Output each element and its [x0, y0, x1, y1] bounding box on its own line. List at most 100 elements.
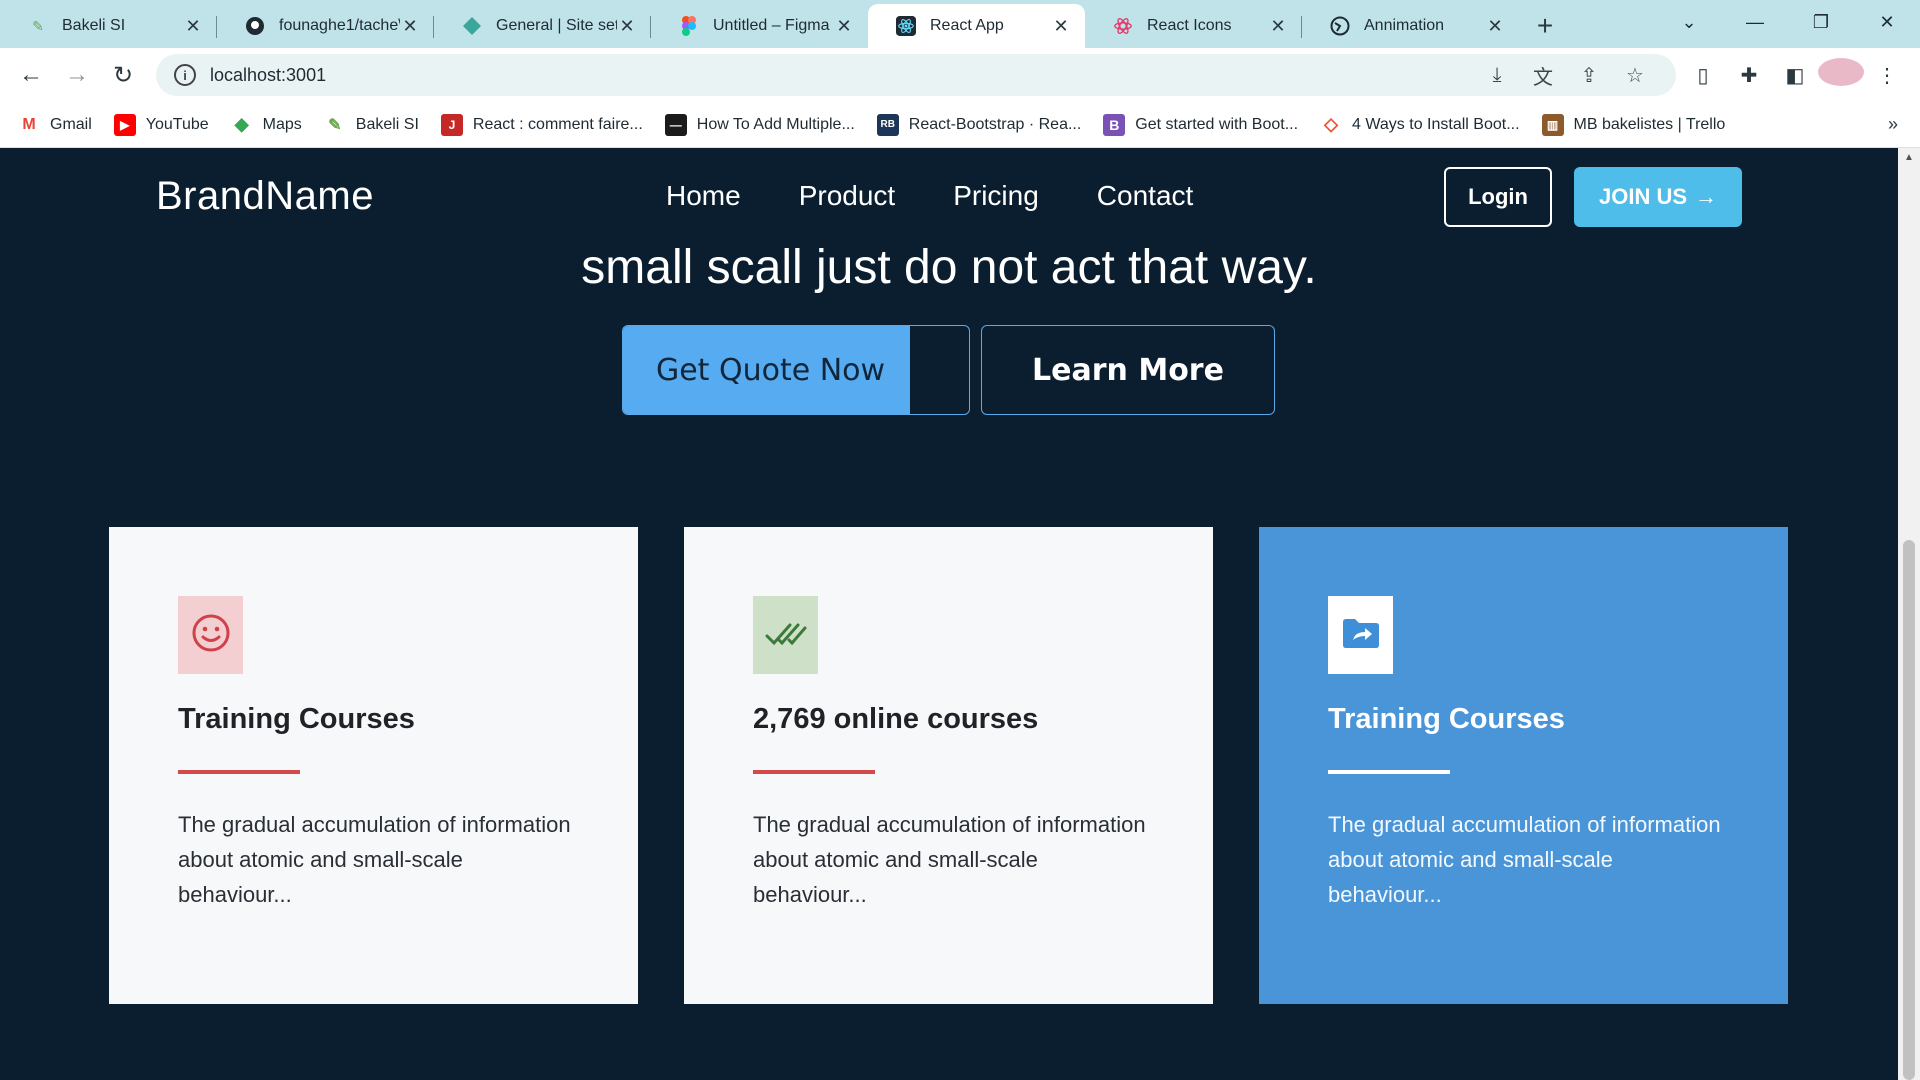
- install-app-icon[interactable]: ⤓: [1474, 64, 1520, 87]
- login-button[interactable]: Login: [1444, 167, 1552, 227]
- back-icon[interactable]: ←: [8, 52, 54, 98]
- bookmark-label: React-Bootstrap · Rea...: [908, 115, 1082, 133]
- translate-icon[interactable]: 文: [1520, 61, 1566, 90]
- bookmark-react-comment[interactable]: J React : comment faire...: [440, 113, 643, 136]
- tab-figma[interactable]: Untitled – Figma ✕: [651, 4, 868, 48]
- window-controls: ⌄ — ❐ ✕: [1656, 0, 1920, 44]
- page-scrollbar[interactable]: ▲: [1898, 148, 1920, 1080]
- figma-icon: [679, 16, 699, 36]
- bookmark-bootstrap[interactable]: B Get started with Boot...: [1103, 113, 1299, 136]
- nav-link-home[interactable]: Home: [666, 180, 741, 212]
- browser-toolbar: ← → ↻ i localhost:3001 ⤓ 文 ⇪ ☆ ▯ ✚ ◧ ⋮: [0, 48, 1920, 102]
- extensions-puzzle-icon[interactable]: ✚: [1726, 63, 1772, 88]
- bookmarks-bar: M Gmail ▶ YouTube ◆ Maps ✎ Bakeli SI J R…: [0, 102, 1920, 148]
- tab-react-icons[interactable]: React Icons ✕: [1085, 4, 1302, 48]
- hero-text: small scall just do not act that way.: [581, 241, 1317, 294]
- reload-icon[interactable]: ↻: [100, 52, 146, 98]
- trello-icon: ▥: [1541, 113, 1564, 136]
- card-description: The gradual accumulation of information …: [1328, 812, 1721, 907]
- feature-card-training: Training Courses The gradual accumulatio…: [109, 527, 638, 1004]
- tab-strip: ✎ Bakeli SI ✕ founaghe1/tache\ ✕ General…: [0, 0, 1920, 48]
- feature-card-online-courses: 2,769 online courses The gradual accumul…: [684, 527, 1213, 1004]
- close-icon[interactable]: ✕: [617, 16, 637, 37]
- bookmark-label: Maps: [262, 115, 302, 133]
- globe-icon: [1330, 16, 1350, 36]
- url-text[interactable]: localhost:3001: [210, 65, 326, 86]
- card-description: The gradual accumulation of information …: [178, 812, 571, 907]
- extension-doc-icon[interactable]: ▯: [1680, 63, 1726, 88]
- new-tab-button[interactable]: +: [1523, 4, 1567, 48]
- tab-annimation[interactable]: Annimation ✕: [1302, 4, 1519, 48]
- bookmark-react-bootstrap[interactable]: RB React-Bootstrap · Rea...: [876, 113, 1082, 136]
- bookmark-youtube[interactable]: ▶ YouTube: [113, 113, 209, 136]
- page-content: BrandName Home Product Pricing Contact L…: [0, 148, 1898, 1080]
- bookmark-label: MB bakelistes | Trello: [1573, 115, 1726, 133]
- github-icon: [245, 16, 265, 36]
- get-quote-button[interactable]: Get Quote Now: [622, 325, 970, 415]
- tab-github[interactable]: founaghe1/tache\ ✕: [217, 4, 434, 48]
- nav-menu: Home Product Pricing Contact: [666, 180, 1193, 212]
- minimize-icon[interactable]: —: [1722, 12, 1788, 33]
- tab-bakeli[interactable]: ✎ Bakeli SI ✕: [0, 4, 217, 48]
- bookmark-label: Bakeli SI: [355, 115, 419, 133]
- nav-link-contact[interactable]: Contact: [1097, 180, 1194, 212]
- forward-icon[interactable]: →: [54, 52, 100, 98]
- dev-icon: —: [664, 113, 687, 136]
- close-icon[interactable]: ✕: [183, 16, 203, 37]
- share-icon[interactable]: ⇪: [1566, 63, 1612, 88]
- profile-avatar[interactable]: [1818, 58, 1864, 92]
- feature-card-training-highlight: Training Courses The gradual accumulatio…: [1259, 527, 1788, 1004]
- j-icon: J: [440, 113, 463, 136]
- close-icon[interactable]: ✕: [1485, 16, 1505, 37]
- bookmark-bakeli[interactable]: ✎ Bakeli SI: [323, 113, 419, 136]
- card-divider: [1328, 770, 1450, 774]
- tab-search-icon[interactable]: ⌄: [1656, 12, 1722, 33]
- site-navbar: BrandName Home Product Pricing Contact L…: [0, 148, 1898, 248]
- close-window-icon[interactable]: ✕: [1854, 12, 1920, 33]
- scroll-up-arrow-icon[interactable]: ▲: [1904, 152, 1914, 163]
- bootstrap-icon: B: [1103, 113, 1126, 136]
- git-icon: ◇: [1320, 113, 1343, 136]
- site-info-icon[interactable]: i: [174, 64, 196, 86]
- join-us-button[interactable]: JOIN US →: [1574, 167, 1742, 227]
- bookmark-star-icon[interactable]: ☆: [1612, 63, 1658, 88]
- bookmark-install-boot[interactable]: ◇ 4 Ways to Install Boot...: [1320, 113, 1520, 136]
- menu-kebab-icon[interactable]: ⋮: [1864, 63, 1910, 88]
- nav-link-product[interactable]: Product: [799, 180, 896, 212]
- close-icon[interactable]: ✕: [1268, 16, 1288, 37]
- react-icon: [896, 16, 916, 36]
- bookmark-label: YouTube: [145, 115, 209, 133]
- bookmark-trello[interactable]: ▥ MB bakelistes | Trello: [1541, 113, 1726, 136]
- card-title: Training Courses: [1328, 703, 1565, 735]
- extension-actions: ▯ ✚ ◧ ⋮: [1680, 48, 1910, 102]
- tab-title: founaghe1/tache\: [279, 17, 400, 34]
- card-icon-box: [753, 596, 818, 674]
- scrollbar-thumb[interactable]: [1903, 540, 1915, 1080]
- tab-site-settings[interactable]: General | Site sett ✕: [434, 4, 651, 48]
- youtube-icon: ▶: [113, 113, 136, 136]
- diamond-icon: [462, 16, 482, 36]
- close-icon[interactable]: ✕: [834, 16, 854, 37]
- get-quote-label: Get Quote Now: [655, 352, 886, 388]
- close-icon[interactable]: ✕: [400, 16, 420, 37]
- nav-link-pricing[interactable]: Pricing: [953, 180, 1039, 212]
- tab-title: Bakeli SI: [62, 17, 126, 34]
- react-icons-icon: [1113, 16, 1133, 36]
- bookmark-gmail[interactable]: M Gmail: [18, 113, 92, 136]
- close-icon[interactable]: ✕: [1051, 16, 1071, 37]
- folder-share-icon: [1341, 616, 1381, 655]
- brand-logo[interactable]: BrandName: [156, 174, 374, 219]
- learn-more-button[interactable]: Learn More: [981, 325, 1275, 415]
- tab-react-app[interactable]: React App ✕: [868, 4, 1085, 48]
- bookmark-label: Get started with Boot...: [1135, 115, 1299, 133]
- side-panel-icon[interactable]: ◧: [1772, 63, 1818, 88]
- tab-title: React Icons: [1147, 17, 1232, 34]
- address-bar[interactable]: i localhost:3001 ⤓ 文 ⇪ ☆: [156, 54, 1676, 96]
- omnibox-actions: ⤓ 文 ⇪ ☆: [1474, 54, 1658, 96]
- tab-title: Annimation: [1364, 17, 1445, 34]
- restore-icon[interactable]: ❐: [1788, 12, 1854, 33]
- bookmarks-overflow-icon[interactable]: »: [1888, 114, 1898, 135]
- bookmark-maps[interactable]: ◆ Maps: [230, 113, 302, 136]
- bakeli-icon: ✎: [32, 17, 44, 34]
- bookmark-how-to-add[interactable]: — How To Add Multiple...: [664, 113, 855, 136]
